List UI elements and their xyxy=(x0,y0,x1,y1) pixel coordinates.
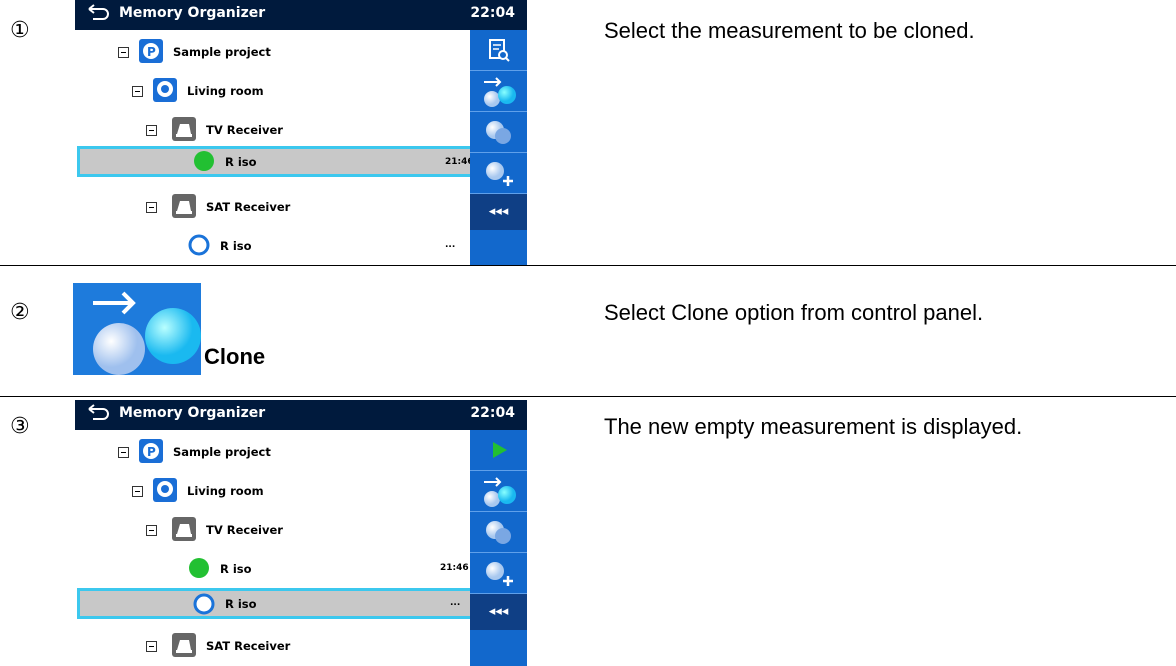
svg-text:P: P xyxy=(147,445,156,459)
location-icon xyxy=(153,478,177,502)
tree-row-appliance[interactable]: TV Receiver xyxy=(75,510,470,549)
view-button[interactable] xyxy=(470,30,527,71)
screen-title: Memory Organizer xyxy=(119,405,266,421)
clone-button[interactable] xyxy=(470,71,527,112)
node-label: SAT Receiver xyxy=(206,200,291,214)
more-button[interactable]: ◂◂◂ xyxy=(470,194,527,230)
tree-row-appliance[interactable]: SAT Receiver xyxy=(75,626,470,665)
tree-row-project[interactable]: P Sample project xyxy=(75,32,470,71)
clone-icon xyxy=(484,477,516,507)
collapse-icon[interactable] xyxy=(146,641,157,652)
measurement-empty-icon xyxy=(188,234,210,256)
control-panel: ◂◂◂ xyxy=(470,30,527,266)
clone-button[interactable] xyxy=(470,471,527,512)
appliance-icon xyxy=(172,517,196,541)
node-label: R iso xyxy=(220,239,252,253)
memory-organizer-screen-1: Memory Organizer 22:04 P Sample project … xyxy=(75,0,527,266)
add-measurement-icon xyxy=(486,162,513,186)
node-label: TV Receiver xyxy=(206,523,283,537)
tree-row-measurement[interactable]: R iso 21:46 xyxy=(75,549,470,588)
step-1-number: ① xyxy=(10,18,30,43)
clock: 22:04 xyxy=(470,5,515,21)
project-icon: P xyxy=(139,439,163,463)
svg-text:P: P xyxy=(147,45,156,59)
add-measurement-button[interactable] xyxy=(470,153,527,194)
tree-row-location[interactable]: Living room xyxy=(75,71,470,110)
measurement-done-icon xyxy=(189,558,209,578)
measurement-done-icon xyxy=(194,151,214,171)
project-icon: P xyxy=(139,39,163,63)
title-bar: Memory Organizer 22:04 xyxy=(75,0,527,30)
back-icon[interactable] xyxy=(85,3,111,25)
view-icon xyxy=(489,39,510,62)
tree-row-measurement-selected[interactable]: R iso ... xyxy=(77,588,527,619)
divider xyxy=(0,265,1176,266)
clock: 22:04 xyxy=(470,405,515,421)
collapse-icon[interactable] xyxy=(132,86,143,97)
clone-measurement-icon xyxy=(486,521,511,544)
node-label: R iso xyxy=(225,597,257,611)
measurement-time: ... xyxy=(445,240,456,250)
step-2-description: Select Clone option from control panel. xyxy=(604,300,984,325)
location-icon xyxy=(153,78,177,102)
node-label: Sample project xyxy=(173,445,271,459)
collapse-icon[interactable] xyxy=(146,525,157,536)
title-bar: Memory Organizer 22:04 xyxy=(75,400,527,430)
node-label: SAT Receiver xyxy=(206,639,291,653)
clone-option-large xyxy=(73,283,201,375)
node-label: Living room xyxy=(187,484,264,498)
start-button[interactable] xyxy=(470,430,527,471)
tree-row-appliance[interactable]: SAT Receiver xyxy=(75,187,470,226)
collapse-icon[interactable] xyxy=(146,125,157,136)
tree-row-appliance[interactable]: TV Receiver xyxy=(75,110,470,149)
measurement-time: ... xyxy=(450,598,461,608)
tree-row-project[interactable]: P Sample project xyxy=(75,432,470,471)
clone-measurement-icon xyxy=(486,121,511,144)
appliance-icon xyxy=(172,194,196,218)
node-label: R iso xyxy=(220,562,252,576)
measurement-time: 21:46 xyxy=(440,563,469,573)
node-label: R iso xyxy=(225,155,257,169)
add-measurement-icon xyxy=(486,562,513,586)
clone-icon xyxy=(484,77,516,107)
collapse-icon[interactable] xyxy=(118,47,129,58)
node-label: Sample project xyxy=(173,45,271,59)
screen-title: Memory Organizer xyxy=(119,5,266,21)
control-panel: ◂◂◂ xyxy=(470,430,527,666)
collapse-icon[interactable] xyxy=(118,447,129,458)
step-3-number: ③ xyxy=(10,414,30,439)
measurement-empty-icon xyxy=(193,593,215,615)
add-measurement-button[interactable] xyxy=(470,553,527,594)
play-icon xyxy=(493,442,507,458)
node-label: TV Receiver xyxy=(206,123,283,137)
tree-row-location[interactable]: Living room xyxy=(75,471,470,510)
tree-row-measurement[interactable]: R iso ... xyxy=(75,226,470,265)
tree-row-measurement-selected[interactable]: R iso 21:46 xyxy=(77,146,527,177)
divider xyxy=(0,396,1176,397)
back-icon[interactable] xyxy=(85,403,111,425)
clone-measurement-button[interactable] xyxy=(470,112,527,153)
step-2-number: ② xyxy=(10,300,30,325)
clone-option-label: Clone xyxy=(204,344,266,369)
more-button[interactable]: ◂◂◂ xyxy=(470,594,527,630)
step-1-description: Select the measurement to be cloned. xyxy=(604,18,975,43)
node-label: Living room xyxy=(187,84,264,98)
collapse-icon[interactable] xyxy=(132,486,143,497)
step-3-description: The new empty measurement is displayed. xyxy=(604,414,1023,439)
clone-measurement-button[interactable] xyxy=(470,512,527,553)
collapse-icon[interactable] xyxy=(146,202,157,213)
appliance-icon xyxy=(172,633,196,657)
clone-icon xyxy=(93,291,201,375)
appliance-icon xyxy=(172,117,196,141)
memory-organizer-screen-2: Memory Organizer 22:04 P Sample project … xyxy=(75,400,527,666)
